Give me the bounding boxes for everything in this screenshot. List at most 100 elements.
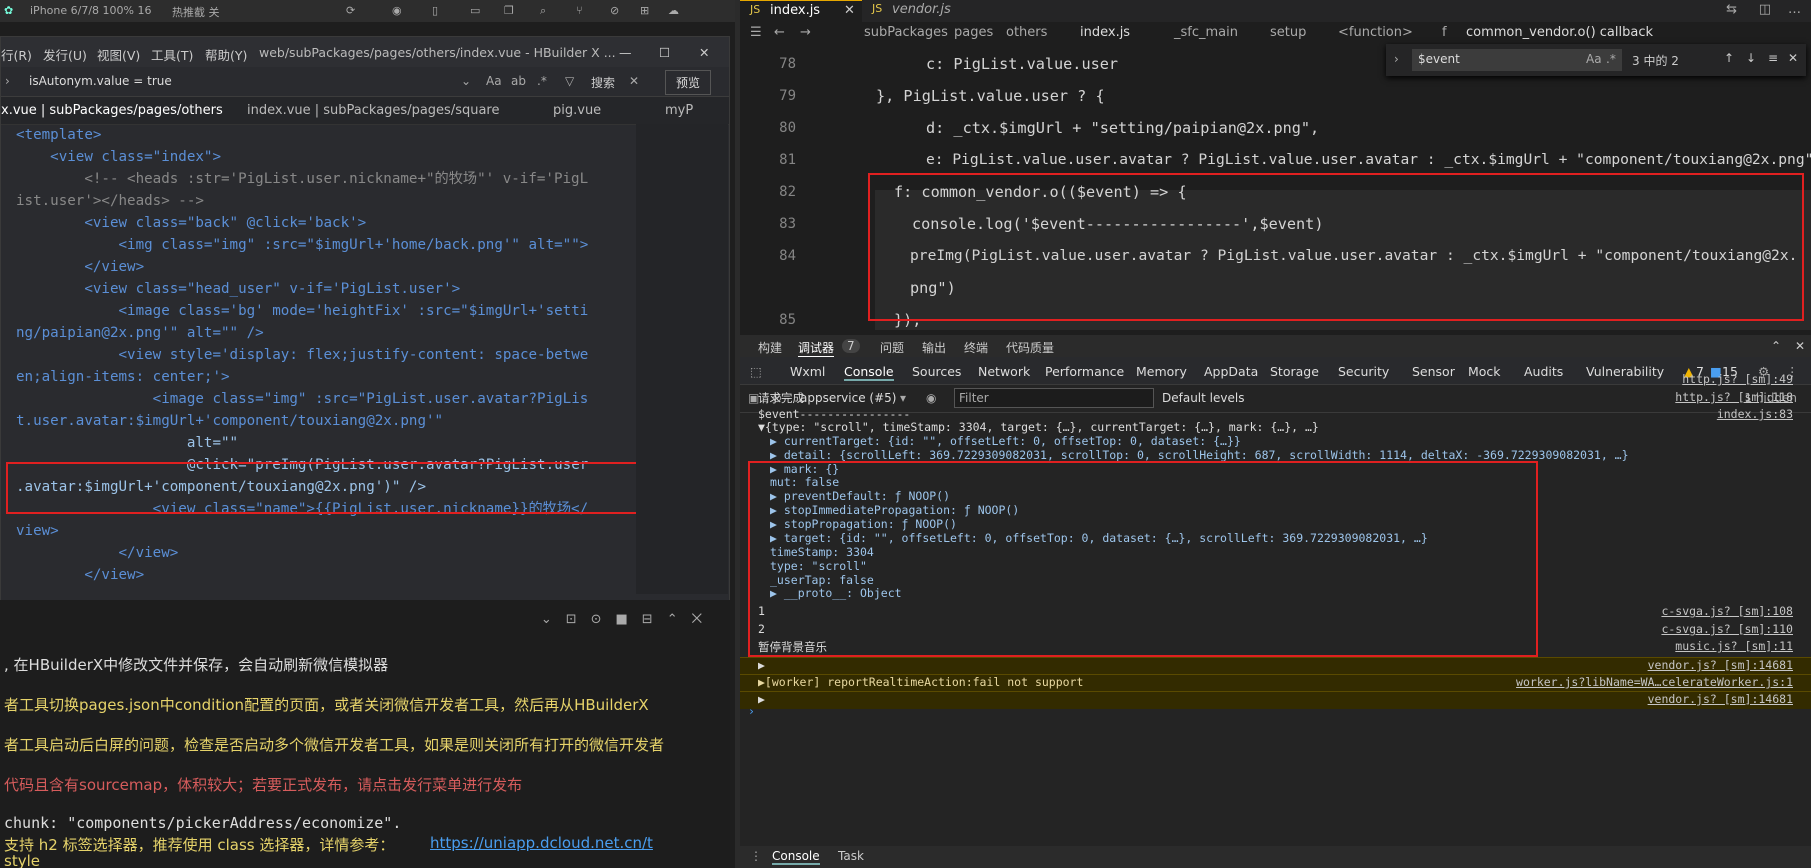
drawer-tab-console[interactable]: Console [772,849,820,865]
crumb[interactable]: index.js [1080,25,1130,40]
device-label[interactable]: iPhone 6/7/8 100% 16 [30,4,151,17]
console-prompt[interactable]: › [740,704,1811,718]
stop-icon[interactable]: ◉ [392,4,402,17]
cloud-icon[interactable]: ☁ [668,4,679,17]
filter-icon[interactable]: ▽ [565,74,574,88]
crumb[interactable]: common_vendor.o() callback [1466,25,1653,40]
menu-publish[interactable]: 发行(U) [43,45,87,64]
log-source-link[interactable]: vendor.js? [sm]:14681 [1648,658,1793,672]
console-toolbar-icons[interactable]: ⌄⊡⊙■⊟⌃⨉ [541,612,716,627]
forward-icon[interactable]: → [800,25,811,40]
chevron-down-icon[interactable]: ⌄ [461,74,471,88]
maximize-icon[interactable]: ☐ [659,45,670,60]
log-row[interactable]: ▼{type: "scroll", timeStamp: 3304, targe… [740,420,1811,434]
crumb[interactable]: f [1442,25,1447,40]
code-line: <image class='bg' mode='heightFix' :src=… [16,303,589,319]
tab-output[interactable]: 输出 [922,339,946,356]
close-find-icon[interactable]: ✕ [1788,51,1798,65]
copy-icon[interactable]: ❐ [504,4,514,17]
hotreload-label[interactable]: 热推截 关 [172,4,220,20]
menu-view[interactable]: 视图(V) [97,45,140,64]
log-row[interactable]: ▶ currentTarget: {id: "", offsetLeft: 0,… [740,434,1811,448]
app-icon: ✿ [4,4,14,17]
tab-index-js[interactable]: JS index.js ✕ [740,0,862,22]
collapse-icon[interactable]: ⌃ [1771,339,1781,353]
minimize-icon[interactable]: — [619,45,632,60]
crumb[interactable]: <function> [1338,25,1413,40]
crumb[interactable]: pages [954,25,993,40]
find-selection-icon[interactable]: ≡ [1768,51,1778,65]
code-line: d: _ctx.$imgUrl + "setting/paipian@2x.pn… [926,119,1320,137]
log-row[interactable]: $event---------------- index.js:83 [740,407,1811,421]
log-source-link[interactable]: c-svga.js? [sm]:110 [1661,622,1793,636]
more-icon[interactable]: … [1788,2,1801,17]
tab-myp[interactable]: myP [665,103,693,118]
tab-code-quality[interactable]: 代码质量 [1006,339,1054,356]
tab-square-index[interactable]: index.vue | subPackages/pages/square [247,103,499,118]
log-row[interactable]: http.js? [sm]:49 [740,372,1811,386]
whole-word-icon[interactable]: ab [511,74,526,88]
split-editor-icon[interactable]: ◫ [1759,2,1771,17]
tab-problems[interactable]: 问题 [880,339,904,356]
close-icon[interactable]: ✕ [699,45,709,60]
crumb[interactable]: setup [1270,25,1306,40]
drawer-tab-task[interactable]: Task [838,849,864,863]
console-link[interactable]: https://uniapp.dcloud.net.cn/t [430,834,653,852]
refresh-icon[interactable]: ⟳ [346,4,355,17]
log-source-link[interactable]: http.js? [sm]:49 [1682,372,1793,386]
regex-icon[interactable]: .* [537,74,547,88]
tab-vendor-js[interactable]: JS vendor.js [864,0,984,22]
console-line: 支持 h2 标签选择器，推荐使用 class 选择器，详情参考： [4,836,395,854]
extensions-icon[interactable]: ⊞ [640,4,649,17]
menu-icon[interactable]: ☰ [750,25,762,40]
log-source-link[interactable]: music.js? [sm]:11 [1675,639,1793,653]
next-match-icon[interactable]: ↓ [1746,51,1756,65]
preview-button[interactable]: 预览 [665,70,712,95]
search-button[interactable]: 搜索 [591,74,615,91]
code-line: ist.user'></heads> --> [16,193,204,209]
prev-match-icon[interactable]: ↑ [1724,51,1734,65]
git-compare-icon[interactable]: ⇆ [1726,2,1737,17]
window-icon[interactable]: ▭ [470,4,480,17]
branch-icon[interactable]: ⑂ [576,4,583,17]
log-source-link[interactable]: index.js:83 [1717,407,1793,421]
crumb[interactable]: others [1006,25,1047,40]
code-line: <image class="img" :src="PigList.user.av… [16,391,589,407]
menu-run[interactable]: 行(R) [1,45,32,64]
console-line: 者工具启动后白屏的问题，检查是否启动多个微信开发者工具，如果是则关闭所有打开的微… [4,736,665,754]
log-row[interactable]: 请求完成 http.js? [sm]:118 [740,390,1811,405]
search-icon[interactable]: ⌕ [540,4,546,18]
match-case-icon[interactable]: Aa [1586,52,1602,66]
log-row[interactable]: ▶[worker] reportRealtimeAction:fail not … [740,674,1811,692]
log-row[interactable]: ▶ detail: {scrollLeft: 369.7229309082031… [740,448,1811,462]
close-tab-icon[interactable]: ✕ [844,3,855,18]
crumb[interactable]: _sfc_main [1174,25,1238,40]
back-icon[interactable]: ← [774,25,785,40]
log-source-link[interactable]: c-svga.js? [sm]:108 [1661,604,1793,618]
log-source-link[interactable]: http.js? [sm]:118 [1675,390,1793,404]
vue-code-editor[interactable]: <template> <view class="index"> <!-- <he… [0,124,640,594]
chevron-right-icon[interactable]: › [5,74,10,88]
tab-terminal[interactable]: 终端 [964,339,988,356]
crumb[interactable]: subPackages [864,25,948,40]
tab-pig[interactable]: pig.vue [553,103,601,118]
log-source-link[interactable]: worker.js?libName=WA…celerateWorker.js:1 [1516,675,1793,689]
tab-others-index[interactable]: x.vue | subPackages/pages/others [1,103,223,118]
phone-icon[interactable]: ▯ [432,4,438,17]
tab-build[interactable]: 构建 [758,339,782,356]
log-row[interactable]: ▶ vendor.js? [sm]:14681 [740,657,1811,675]
debug-icon[interactable]: ⊘ [610,4,619,17]
menu-help[interactable]: 帮助(Y) [205,45,247,64]
close-panel-icon[interactable]: ✕ [1795,339,1805,353]
drawer-menu-icon[interactable]: ⋮ [750,849,762,863]
match-case-icon[interactable]: Aa [486,74,502,88]
minimap[interactable] [636,124,728,594]
find-widget: › $event Aa .* 3 中的 2 ↑ ↓ ≡ ✕ [1386,44,1806,76]
highlight-box-click [6,462,640,514]
regex-icon[interactable]: .* [1606,52,1616,66]
find-input[interactable]: isAutonym.value = true [29,74,172,88]
menu-tools[interactable]: 工具(T) [151,45,193,64]
tab-debugger[interactable]: 调试器 [798,339,835,358]
expand-replace-icon[interactable]: › [1394,52,1399,66]
close-find-icon[interactable]: ✕ [629,74,639,88]
